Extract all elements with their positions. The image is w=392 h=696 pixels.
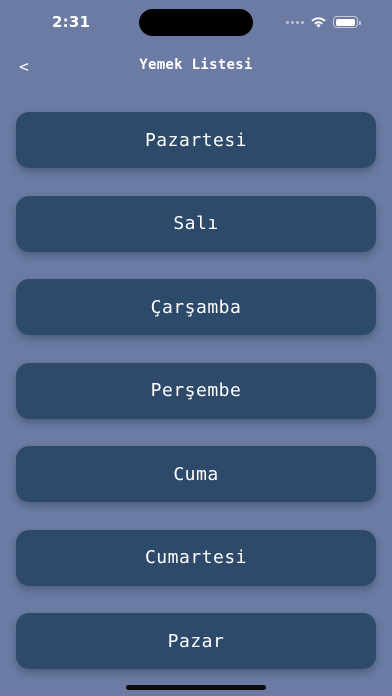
wifi-icon: [311, 17, 326, 28]
battery-icon: [333, 16, 361, 28]
navigation-bar: < Yemek Listesi: [0, 44, 392, 88]
day-button-cumartesi[interactable]: Cumartesi: [16, 529, 376, 586]
day-button-pazar[interactable]: Pazar: [16, 613, 376, 669]
day-button-pazartesi[interactable]: Pazartesi: [16, 112, 376, 168]
day-button-sali[interactable]: Salı: [16, 195, 376, 252]
signal-icon: [286, 20, 304, 24]
dynamic-island: [139, 9, 253, 36]
day-button-persembe[interactable]: Perşembe: [16, 362, 376, 419]
day-button-cuma[interactable]: Cuma: [16, 446, 376, 502]
status-bar: 2:31: [0, 0, 392, 44]
status-icons: [286, 15, 361, 29]
home-indicator[interactable]: [126, 685, 266, 690]
status-time: 2:31: [52, 13, 91, 31]
day-list: Pazartesi Salı Çarşamba Perşembe Cuma Cu…: [16, 112, 376, 696]
day-button-carsamba[interactable]: Çarşamba: [16, 279, 376, 335]
page-title: Yemek Listesi: [139, 57, 253, 73]
